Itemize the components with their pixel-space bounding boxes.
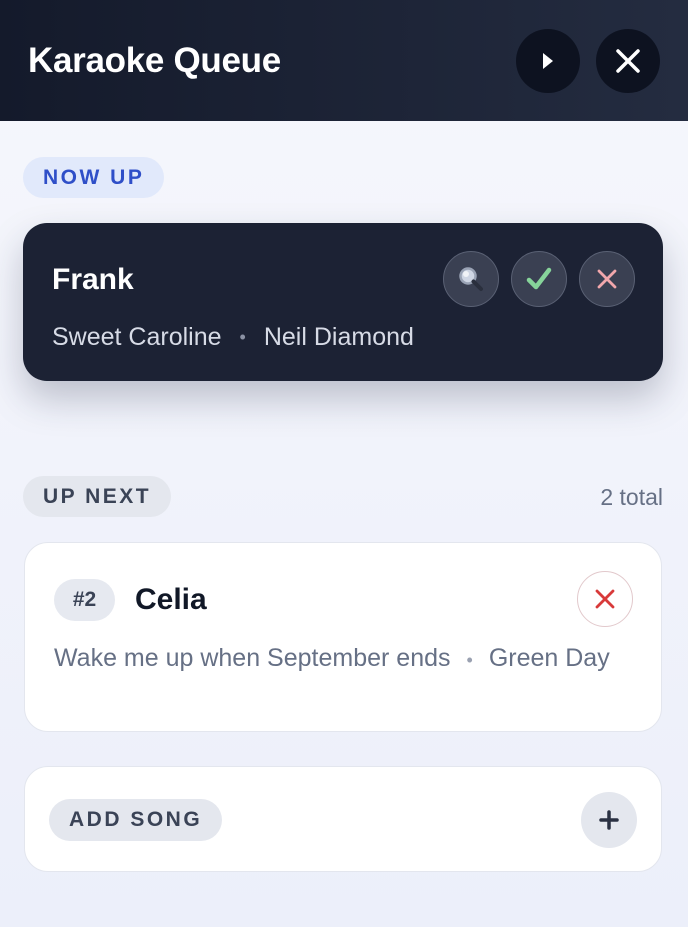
queue-song: Wake me up when September ends — [54, 644, 451, 672]
remove-icon — [595, 589, 615, 609]
now-up-singer: Frank — [52, 263, 134, 296]
add-song-button[interactable] — [581, 792, 637, 848]
now-up-actions — [443, 251, 635, 307]
app-title: Karaoke Queue — [28, 40, 281, 80]
separator-dot: • — [466, 650, 473, 670]
play-icon — [543, 52, 553, 69]
up-next-label: UP NEXT — [23, 476, 172, 517]
now-up-song-info: Sweet Caroline • Neil Diamond — [52, 323, 414, 352]
search-button[interactable] — [443, 251, 499, 307]
app-header: Karaoke Queue — [0, 0, 688, 121]
now-up-card: Frank Sweet Caroline • Neil Diamond — [23, 223, 663, 381]
plus-icon — [599, 810, 619, 830]
mark-done-button[interactable] — [511, 251, 567, 307]
skip-button[interactable] — [579, 251, 635, 307]
queue-singer: Celia — [135, 583, 207, 616]
queue-song-info: Wake me up when September ends • Green Day — [54, 643, 624, 675]
add-song-card[interactable]: ADD SONG — [24, 766, 662, 872]
close-button[interactable] — [596, 28, 660, 93]
now-up-label: NOW UP — [23, 157, 165, 198]
add-song-label: ADD SONG — [49, 799, 223, 841]
queue-item: #2 Celia Wake me up when September ends •… — [24, 542, 662, 732]
play-button[interactable] — [516, 28, 580, 93]
search-icon — [459, 267, 483, 291]
close-icon — [616, 48, 640, 73]
queue-total-count: 2 total — [600, 484, 663, 510]
queue-content: NOW UP Frank Sweet Caroline • Neil Diamo… — [0, 121, 688, 927]
now-up-song: Sweet Caroline — [52, 323, 222, 351]
remove-icon — [597, 269, 617, 289]
remove-queue-item-button[interactable] — [577, 571, 633, 627]
check-icon — [526, 267, 552, 290]
queue-artist: Green Day — [488, 644, 610, 672]
now-up-artist: Neil Diamond — [263, 323, 414, 351]
queue-rank-badge: #2 — [54, 579, 115, 621]
separator-dot: • — [239, 327, 246, 347]
